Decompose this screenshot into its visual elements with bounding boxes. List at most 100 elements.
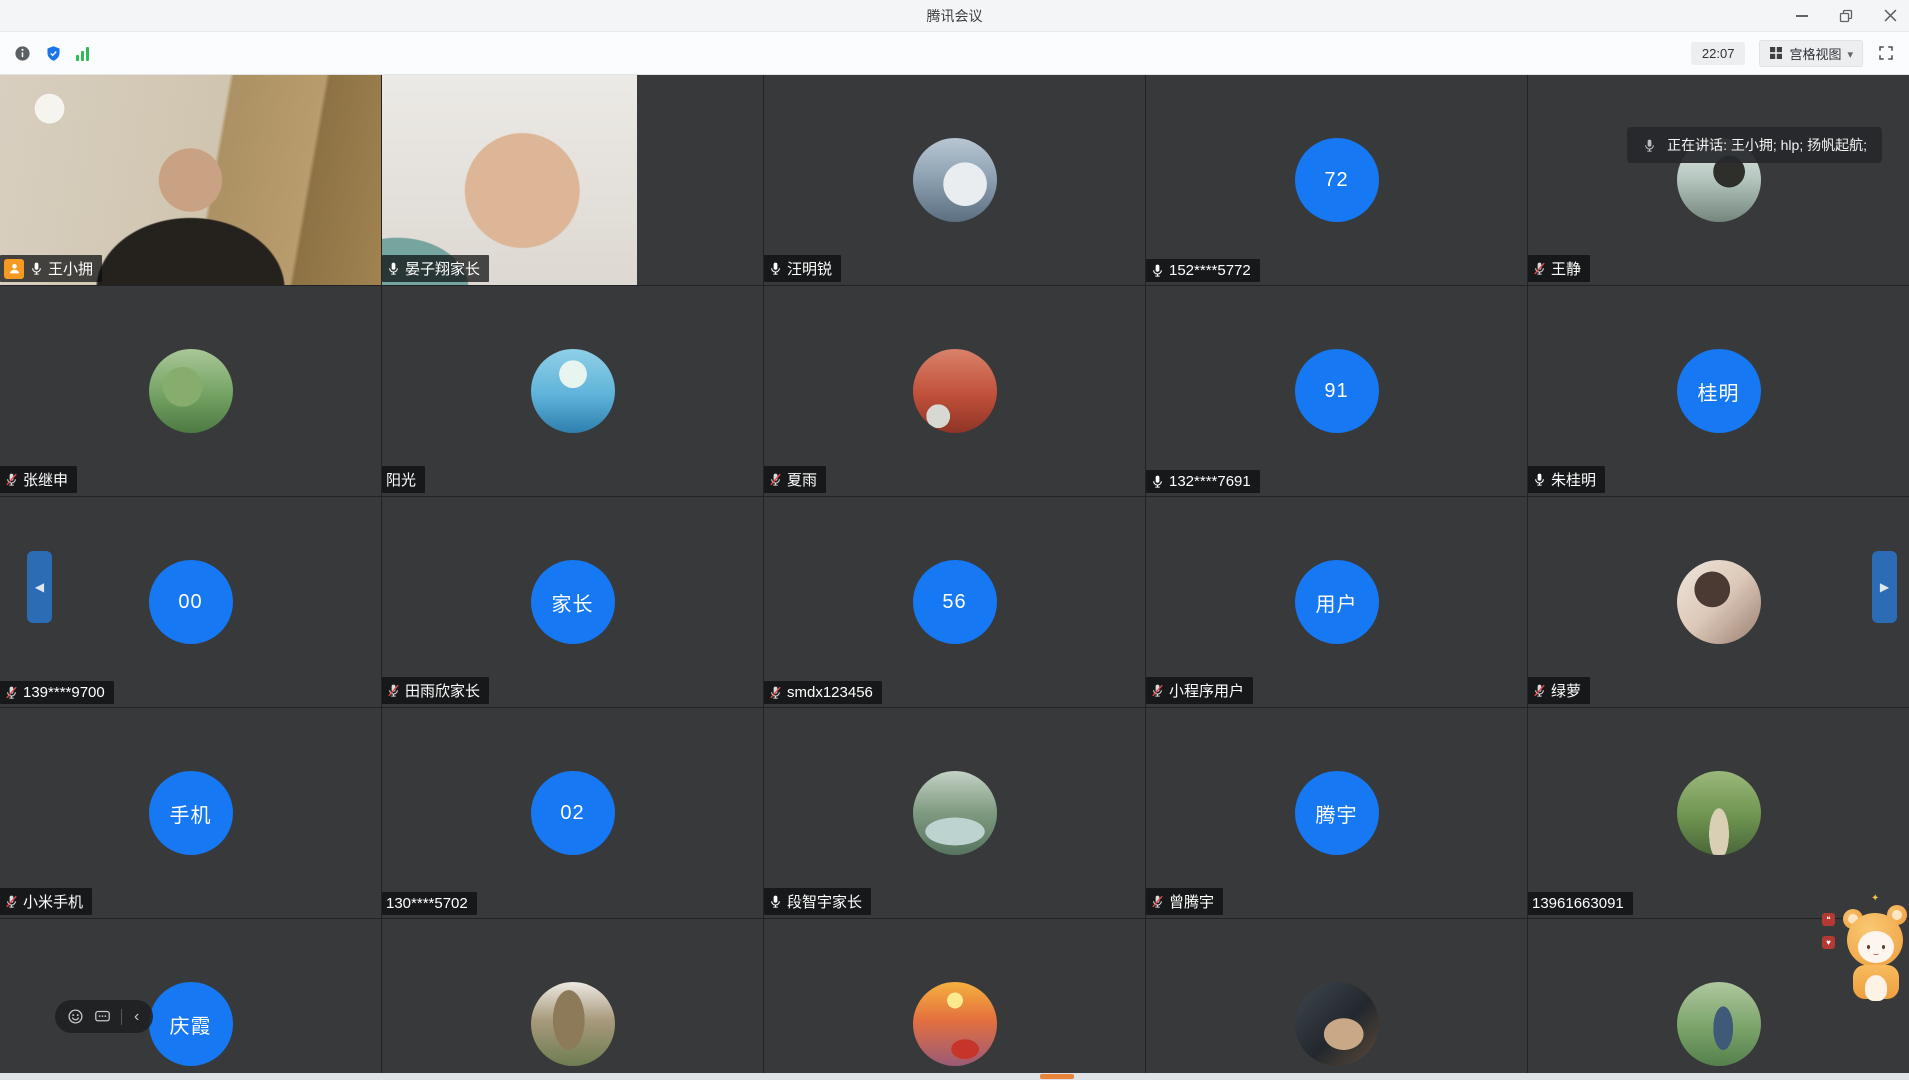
participant-tile[interactable]: 庆霞 — [0, 919, 381, 1080]
avatar-area: 用户 — [1146, 497, 1527, 707]
shield-check-icon[interactable] — [45, 45, 62, 62]
participant-tile[interactable]: 阳光 — [382, 286, 763, 496]
info-icon[interactable] — [14, 45, 31, 62]
avatar-photo — [530, 982, 615, 1066]
participant-tile[interactable]: 00 139****9700 — [0, 497, 381, 707]
participant-name: 段智宇家长 — [787, 894, 863, 911]
participant-name: 曾腾宇 — [1169, 894, 1215, 911]
participant-tile[interactable]: 桂明 朱桂明 — [1528, 286, 1909, 496]
participant-tile[interactable]: 用户 小程序用户 — [1146, 497, 1527, 707]
participant-tile[interactable]: 张继申 — [0, 286, 381, 496]
participant-tile[interactable] — [764, 919, 1145, 1080]
minimize-icon[interactable] — [1793, 7, 1811, 25]
participant-name-label: 小米手机 — [0, 888, 93, 915]
avatar-photo — [912, 138, 997, 222]
participant-tile[interactable]: 手机小米手机 — [0, 708, 381, 918]
participant-tile[interactable] — [382, 919, 763, 1080]
prev-page-icon[interactable]: ◀ — [27, 551, 52, 623]
meeting-timer: 22:07 — [1690, 41, 1746, 65]
avatar-initials: 桂明 — [1676, 349, 1761, 433]
avatar-photo — [912, 982, 997, 1066]
reaction-badge: ♥ — [1822, 936, 1835, 949]
speaking-toast-text: 正在讲话: 王小拥; hlp; 扬帆起航; — [1667, 137, 1867, 153]
participant-name: 张继申 — [23, 472, 69, 489]
participant-name-label: 王静 — [1528, 255, 1591, 282]
avatar-initials-text: 桂明 — [1697, 382, 1740, 405]
participant-name-label: 王小拥 — [0, 255, 103, 282]
avatar-initials: 91 — [1294, 349, 1379, 433]
participant-name-label: 绿萝 — [1528, 677, 1591, 704]
view-mode-label: 宫格视图 — [1789, 46, 1842, 62]
participant-tile[interactable]: 段智宇家长 — [764, 708, 1145, 918]
collapse-left-icon[interactable]: ‹ — [132, 1008, 141, 1025]
window-title: 腾讯会议 — [926, 7, 983, 24]
avatar-initials: 庆霞 — [148, 982, 233, 1066]
avatar-photo — [1294, 982, 1379, 1066]
signal-bars-icon[interactable] — [76, 46, 89, 61]
avatar-photo — [1676, 982, 1761, 1066]
avatar-area: 桂明 — [1528, 286, 1909, 496]
avatar-area — [1528, 708, 1909, 918]
participant-name-label: 夏雨 — [764, 466, 827, 493]
avatar-initials-text: 56 — [942, 590, 967, 613]
avatar-area: 手机 — [0, 708, 381, 918]
avatar-initials-text: 02 — [560, 801, 585, 824]
participant-name: 阳光 — [386, 472, 417, 489]
participant-tile[interactable]: 夏雨 — [764, 286, 1145, 496]
chat-icon[interactable] — [94, 1008, 111, 1025]
emoji-icon[interactable] — [67, 1008, 84, 1025]
avatar-area: 庆霞 — [0, 919, 381, 1080]
mic-muted-icon — [1150, 683, 1165, 698]
participant-tile[interactable]: 72 152****5772 — [1146, 75, 1527, 285]
avatar-photo — [912, 771, 997, 855]
participant-name-label: 139****9700 — [0, 681, 114, 704]
speaking-toast: 正在讲话: 王小拥; hlp; 扬帆起航; — [1627, 127, 1882, 163]
participant-tile[interactable]: 汪明锐 — [764, 75, 1145, 285]
restore-icon[interactable] — [1837, 7, 1855, 25]
close-icon[interactable] — [1881, 7, 1899, 25]
mic-muted-icon — [1532, 261, 1547, 276]
participant-tile[interactable]: 02 130****5702 — [382, 708, 763, 918]
fullscreen-icon[interactable] — [1877, 44, 1895, 62]
avatar-initials-text: 手机 — [169, 804, 212, 827]
reaction-pill: ‹ — [55, 1000, 154, 1033]
avatar-area — [1528, 75, 1909, 285]
participant-name: 夏雨 — [787, 472, 818, 489]
participant-tile[interactable]: 56 smdx123456 — [764, 497, 1145, 707]
participant-name: 王静 — [1551, 261, 1582, 278]
participant-tile[interactable]: 腾宇 曾腾宇 — [1146, 708, 1527, 918]
participant-tile[interactable]: 晏子翔家长 — [382, 75, 763, 285]
window-titlebar: 腾讯会议 — [0, 0, 1909, 32]
participant-tile[interactable]: 13961663091 — [1528, 708, 1909, 918]
avatar-area — [764, 75, 1145, 285]
mic-muted-icon — [1532, 683, 1547, 698]
toolbar-status-icons — [14, 45, 89, 62]
view-mode-button[interactable]: 宫格视图 — [1759, 39, 1863, 67]
participant-name-label: 段智宇家长 — [764, 888, 872, 915]
next-page-icon[interactable]: ▶ — [1872, 551, 1897, 623]
participant-name: 田雨欣家长 — [405, 683, 481, 700]
participant-name-label: 130****5702 — [382, 892, 477, 915]
avatar-area: 56 — [764, 497, 1145, 707]
participant-name-label: 132****7691 — [1146, 470, 1260, 493]
avatar-area — [382, 286, 763, 496]
participant-name: 小米手机 — [23, 894, 84, 911]
grid-view-icon — [1770, 47, 1783, 59]
participant-tile[interactable]: 91 132****7691 — [1146, 286, 1527, 496]
avatar-photo — [1676, 771, 1761, 855]
avatar-initials-text: 用户 — [1315, 593, 1358, 616]
avatar-area: 72 — [1146, 75, 1527, 285]
participant-tile[interactable] — [1146, 919, 1527, 1080]
avatar-initials: 家长 — [530, 560, 615, 644]
participant-tile[interactable]: 绿萝 — [1528, 497, 1909, 707]
participant-tile[interactable]: 王小拥 — [0, 75, 381, 285]
avatar-initials-text: 庆霞 — [169, 1015, 212, 1038]
mic-muted-icon — [4, 685, 19, 700]
participant-name: 152****5772 — [1169, 262, 1251, 279]
avatar-area — [1146, 919, 1527, 1080]
avatar-area: 02 — [382, 708, 763, 918]
avatar-initials-text: 家长 — [551, 593, 594, 616]
mic-on-icon — [386, 261, 401, 276]
participant-tile[interactable]: 家长田雨欣家长 — [382, 497, 763, 707]
participant-tile[interactable]: 王静 — [1528, 75, 1909, 285]
